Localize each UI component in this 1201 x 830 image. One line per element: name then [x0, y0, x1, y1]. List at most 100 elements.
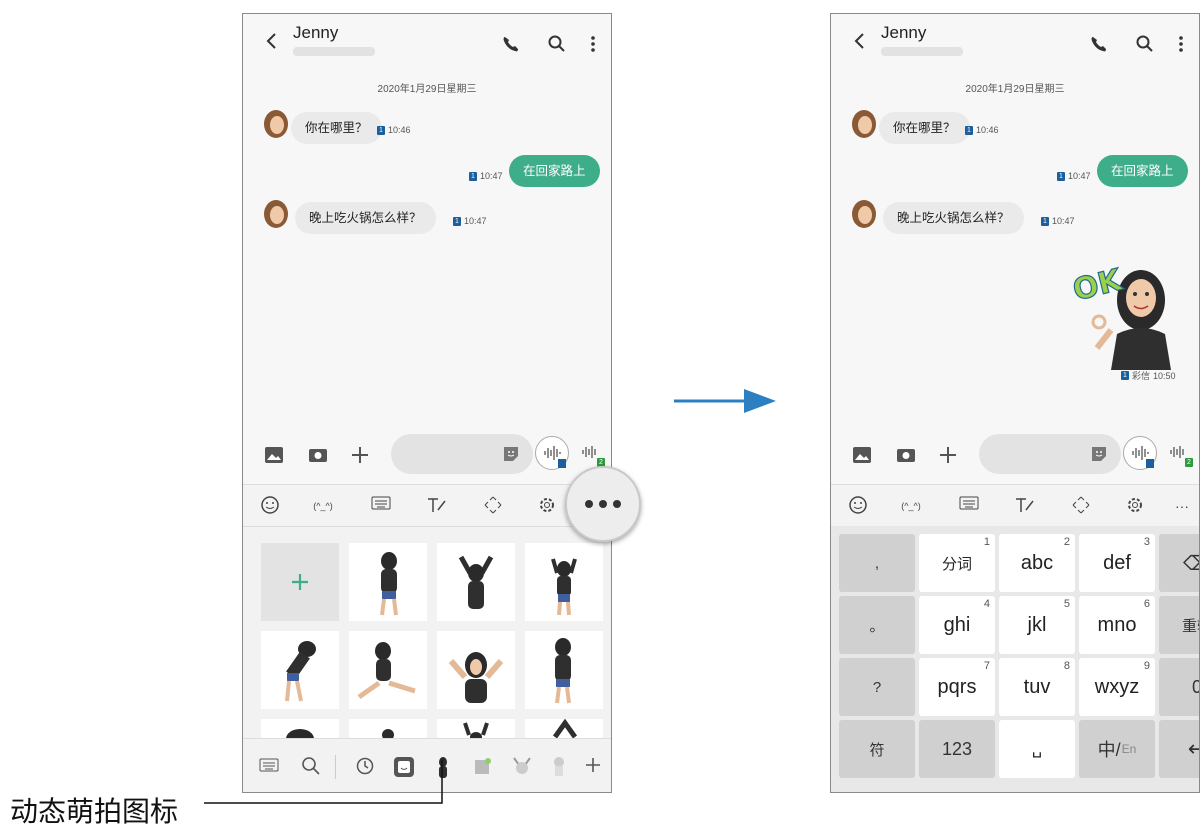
- sticker-message-meta: 1 彩信 10:50: [1121, 369, 1176, 382]
- more-options-button[interactable]: ···: [1171, 495, 1193, 517]
- sim-1-icon: 1: [469, 171, 477, 181]
- search-icon[interactable]: [547, 34, 567, 54]
- message-text-field[interactable]: [979, 434, 1121, 474]
- key-zero[interactable]: 0: [1159, 658, 1199, 716]
- message-input-bar: 2: [243, 432, 611, 484]
- sticker-item[interactable]: [525, 631, 603, 709]
- transition-arrow-icon: [672, 386, 782, 416]
- sticker-item[interactable]: [261, 631, 339, 709]
- sticker-item[interactable]: [349, 543, 427, 621]
- callout-leader-line: [204, 760, 443, 804]
- key-8-tuv[interactable]: tuv 8: [999, 658, 1075, 716]
- key-4-ghi[interactable]: ghi 4: [919, 596, 995, 654]
- emoji-icon[interactable]: [847, 495, 869, 517]
- add-sticker-pack-icon[interactable]: [583, 756, 603, 778]
- callout-label: 动态萌拍图标: [10, 795, 179, 828]
- sticker-item[interactable]: [349, 631, 427, 709]
- key-1-segment[interactable]: 分词 1: [919, 534, 995, 592]
- ar-emoji-sticker-panel: [243, 526, 611, 749]
- add-attachment-icon[interactable]: [349, 444, 373, 468]
- keyboard-icon[interactable]: [369, 495, 393, 517]
- message-time: 10:50: [1153, 370, 1176, 381]
- key-backspace[interactable]: ⌫: [1159, 534, 1199, 592]
- sticker-item[interactable]: [525, 718, 603, 739]
- key-3-def[interactable]: def 3: [1079, 534, 1155, 592]
- cursor-control-icon[interactable]: [481, 495, 505, 517]
- animal-sticker-icon[interactable]: [511, 756, 531, 778]
- more-options-icon[interactable]: [583, 34, 603, 54]
- key-question[interactable]: ?: [839, 658, 915, 716]
- figure-sticker-icon[interactable]: [549, 756, 569, 778]
- outgoing-message-bubble[interactable]: 在回家路上: [1097, 155, 1188, 187]
- sticker-item[interactable]: [525, 543, 603, 621]
- incoming-message-bubble[interactable]: 晚上吃火锅怎么样？: [295, 202, 436, 234]
- message-time: 10:47: [1068, 171, 1091, 181]
- key-symbols[interactable]: 符: [839, 720, 915, 778]
- incoming-message-bubble[interactable]: 你在哪里？: [291, 112, 382, 144]
- key-7-pqrs[interactable]: pqrs 7: [919, 658, 995, 716]
- cursor-control-icon[interactable]: [1069, 495, 1093, 517]
- camera-icon[interactable]: [895, 444, 919, 468]
- search-icon[interactable]: [1135, 34, 1155, 54]
- voice-message-sim2-button[interactable]: 2: [1167, 440, 1193, 467]
- more-options-icon[interactable]: [1171, 34, 1191, 54]
- settings-gear-icon[interactable]: [535, 495, 559, 517]
- sticker-icon[interactable]: [1089, 444, 1109, 464]
- conversation-header: Jenny: [243, 14, 611, 76]
- handwriting-icon[interactable]: [1013, 495, 1037, 517]
- call-icon[interactable]: [501, 34, 521, 54]
- message-input-bar: 2: [831, 432, 1199, 484]
- camera-icon[interactable]: [307, 444, 331, 468]
- add-attachment-icon[interactable]: [937, 444, 961, 468]
- sticker-item[interactable]: [437, 631, 515, 709]
- key-period[interactable]: 。: [839, 596, 915, 654]
- contact-avatar[interactable]: [851, 200, 877, 230]
- sent-ar-emoji-sticker[interactable]: OK: [1069, 252, 1183, 370]
- kaomoji-button[interactable]: (^_^): [897, 495, 925, 517]
- emoji-icon[interactable]: [259, 495, 281, 517]
- message-text-field[interactable]: [391, 434, 533, 474]
- voice-message-sim1-button[interactable]: [1123, 436, 1157, 470]
- phone-screen-before: Jenny 2020年1月29日星期三 你在哪里？ 1 10:46 1 10:47 …: [242, 13, 612, 793]
- sticker-item[interactable]: [349, 719, 427, 741]
- message-meta: 1 10:47: [1041, 216, 1075, 226]
- key-2-abc[interactable]: abc 2: [999, 534, 1075, 592]
- sim-1-icon: 1: [453, 216, 461, 226]
- key-reset[interactable]: 重输: [1159, 596, 1199, 654]
- character-sticker-icon[interactable]: [473, 756, 493, 778]
- settings-gear-icon[interactable]: [1123, 495, 1147, 517]
- key-5-jkl[interactable]: jkl 5: [999, 596, 1075, 654]
- kaomoji-button[interactable]: (^_^): [309, 495, 337, 517]
- key-comma[interactable]: ,: [839, 534, 915, 592]
- contact-avatar[interactable]: [851, 110, 877, 140]
- handwriting-icon[interactable]: [425, 495, 449, 517]
- keyboard-toolbar: (^_^) ···: [831, 484, 1199, 527]
- key-6-mno[interactable]: mno 6: [1079, 596, 1155, 654]
- outgoing-message-bubble[interactable]: 在回家路上: [509, 155, 600, 187]
- back-arrow-icon[interactable]: [261, 30, 283, 52]
- gallery-icon[interactable]: [851, 444, 875, 468]
- sticker-icon[interactable]: [501, 444, 521, 464]
- keyboard-icon[interactable]: [957, 495, 981, 517]
- message-meta: 1 10:47: [1057, 171, 1091, 181]
- contact-avatar[interactable]: [263, 110, 289, 140]
- sticker-item[interactable]: [437, 719, 515, 742]
- space-icon: ␣: [1031, 741, 1043, 758]
- voice-message-sim2-button[interactable]: 2: [579, 440, 605, 467]
- sticker-item[interactable]: [261, 719, 339, 749]
- more-options-magnified-button[interactable]: [565, 466, 641, 542]
- incoming-message-bubble[interactable]: 你在哪里？: [879, 112, 970, 144]
- key-9-wxyz[interactable]: wxyz 9: [1079, 658, 1155, 716]
- incoming-message-bubble[interactable]: 晚上吃火锅怎么样？: [883, 202, 1024, 234]
- contact-avatar[interactable]: [263, 200, 289, 230]
- sticker-item[interactable]: [437, 543, 515, 621]
- key-language-switch[interactable]: 中/En: [1079, 720, 1155, 778]
- gallery-icon[interactable]: [263, 444, 287, 468]
- voice-message-sim1-button[interactable]: [535, 436, 569, 470]
- key-123[interactable]: 123: [919, 720, 995, 778]
- add-sticker-tile[interactable]: [261, 543, 339, 621]
- key-enter[interactable]: ↵: [1159, 720, 1199, 778]
- call-icon[interactable]: [1089, 34, 1109, 54]
- back-arrow-icon[interactable]: [849, 30, 871, 52]
- key-space[interactable]: ␣: [999, 720, 1075, 778]
